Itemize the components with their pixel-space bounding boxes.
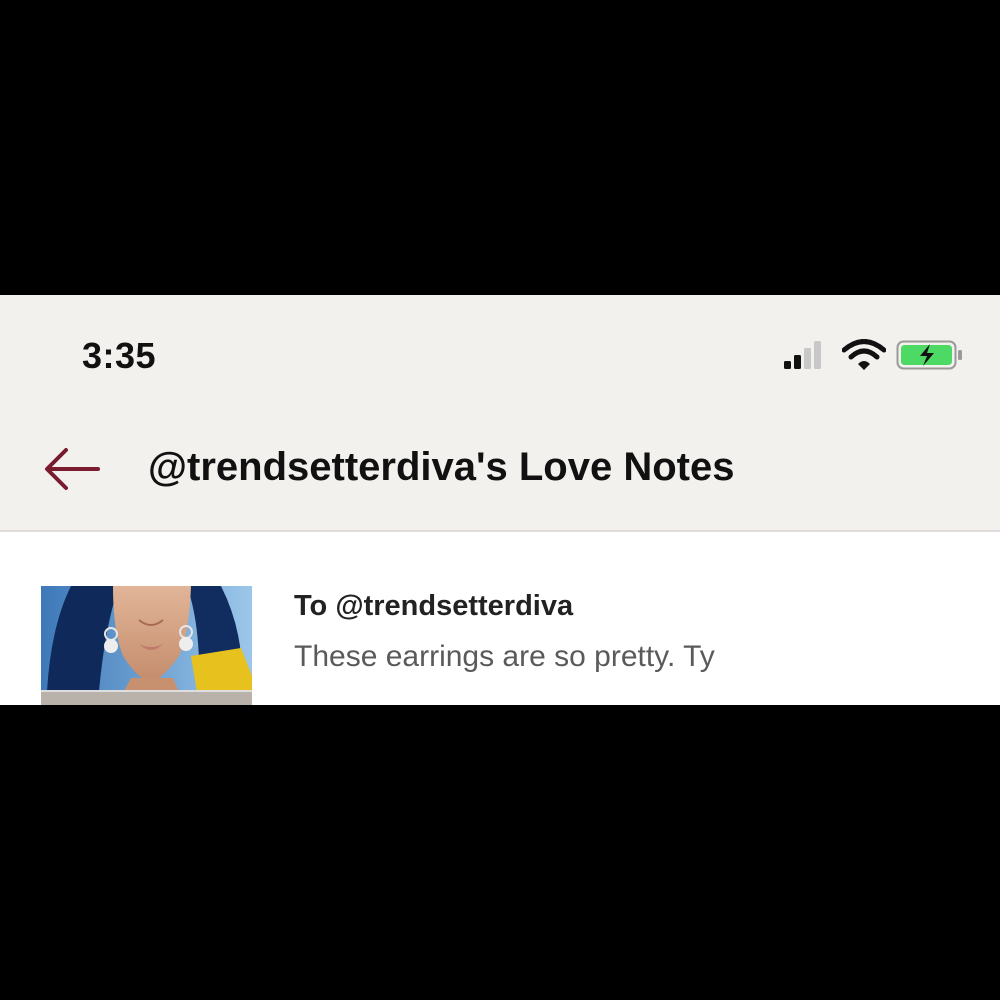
status-time: 3:35 <box>82 335 157 376</box>
note-thumbnail <box>41 586 252 705</box>
page-title: @trendsetterdiva's Love Notes <box>148 445 735 489</box>
love-note-item[interactable]: To @trendsetterdiva These earrings are s… <box>0 532 1000 705</box>
note-recipient: To @trendsetterdiva <box>294 590 574 622</box>
product-photo-earrings <box>41 586 252 705</box>
arrow-left-icon <box>45 448 100 490</box>
wifi-icon <box>842 339 886 370</box>
top-bar: 3:35 @trendsetterdiva's Love Notes <box>0 295 1000 532</box>
back-button[interactable] <box>40 443 102 495</box>
app-screen: 3:35 @trendsetterdiva's Love Notes To @t… <box>0 295 1000 705</box>
note-message: These earrings are so pretty. Ty <box>294 640 715 673</box>
cellular-signal-icon <box>784 341 821 369</box>
battery-charging-icon <box>896 340 962 370</box>
